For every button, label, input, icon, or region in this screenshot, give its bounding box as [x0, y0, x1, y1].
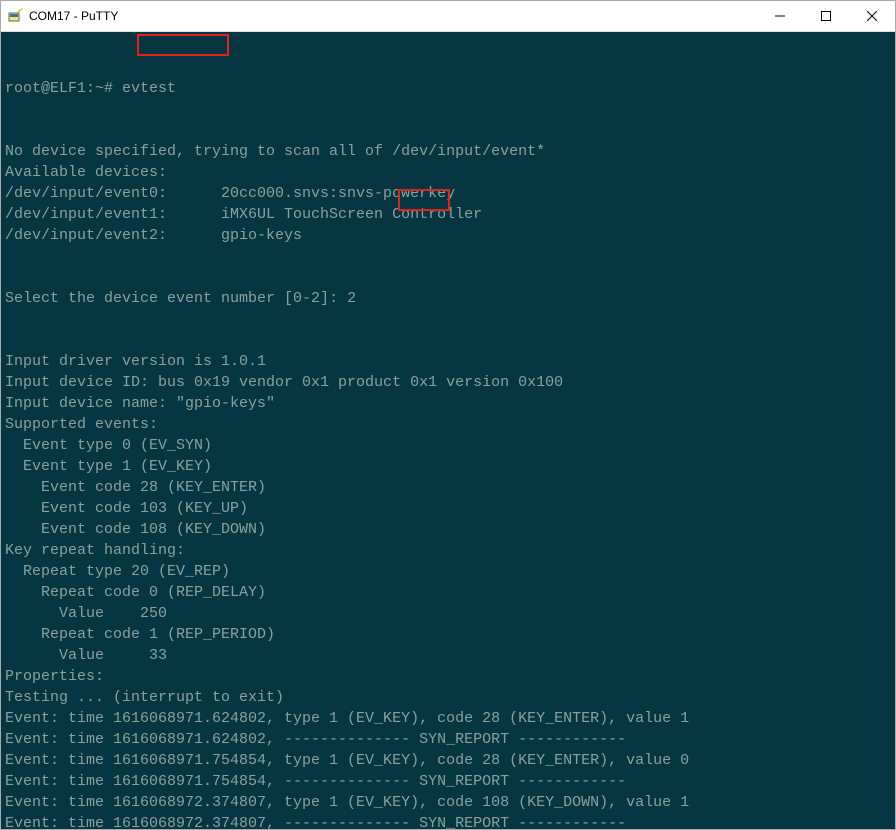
terminal-line: Supported events:: [5, 414, 891, 435]
terminal-line: /dev/input/event2: gpio-keys: [5, 225, 891, 246]
prompt-line: root@ELF1:~# evtest: [5, 78, 891, 99]
select-line: Select the device event number [0-2]: 2: [5, 288, 891, 309]
terminal-line: Event: time 1616068971.624802, ---------…: [5, 729, 891, 750]
terminal-line: Event code 108 (KEY_DOWN): [5, 519, 891, 540]
prompt: root@ELF1:~#: [5, 80, 122, 97]
terminal-line: Event: time 1616068972.374807, ---------…: [5, 813, 891, 829]
select-value: : 2: [329, 290, 356, 307]
terminal-line: Event: time 1616068971.754854, ---------…: [5, 771, 891, 792]
terminal-line: Available devices:: [5, 162, 891, 183]
terminal-line: No device specified, trying to scan all …: [5, 141, 891, 162]
output-block-1: No device specified, trying to scan all …: [5, 141, 891, 246]
putty-icon: [7, 8, 23, 24]
terminal-line: Event: time 1616068972.374807, type 1 (E…: [5, 792, 891, 813]
terminal-line: Input driver version is 1.0.1: [5, 351, 891, 372]
minimize-button[interactable]: [757, 1, 803, 31]
select-prompt: Select the device event number [0-2]: [5, 290, 329, 307]
window-title: COM17 - PuTTY: [29, 9, 118, 23]
terminal-line: Event type 1 (EV_KEY): [5, 456, 891, 477]
terminal-line: Event code 28 (KEY_ENTER): [5, 477, 891, 498]
terminal-line: Properties:: [5, 666, 891, 687]
terminal-line: Event: time 1616068971.754854, type 1 (E…: [5, 750, 891, 771]
terminal-line: Input device ID: bus 0x19 vendor 0x1 pro…: [5, 372, 891, 393]
command-text: evtest: [122, 80, 176, 97]
terminal[interactable]: root@ELF1:~# evtest No device specified,…: [1, 32, 895, 829]
putty-window: COM17 - PuTTY root@ELF1:~# evtest No dev…: [0, 0, 896, 830]
maximize-button[interactable]: [803, 1, 849, 31]
highlight-command: [137, 34, 229, 56]
terminal-line: Key repeat handling:: [5, 540, 891, 561]
terminal-line: Repeat type 20 (EV_REP): [5, 561, 891, 582]
terminal-line: Event: time 1616068971.624802, type 1 (E…: [5, 708, 891, 729]
output-block-2: Input driver version is 1.0.1Input devic…: [5, 351, 891, 829]
terminal-line: Value 250: [5, 603, 891, 624]
terminal-line: /dev/input/event1: iMX6UL TouchScreen Co…: [5, 204, 891, 225]
terminal-line: Testing ... (interrupt to exit): [5, 687, 891, 708]
terminal-line: Value 33: [5, 645, 891, 666]
terminal-line: Event type 0 (EV_SYN): [5, 435, 891, 456]
terminal-line: Repeat code 1 (REP_PERIOD): [5, 624, 891, 645]
terminal-line: Repeat code 0 (REP_DELAY): [5, 582, 891, 603]
terminal-line: Event code 103 (KEY_UP): [5, 498, 891, 519]
close-button[interactable]: [849, 1, 895, 31]
terminal-line: Input device name: "gpio-keys": [5, 393, 891, 414]
terminal-line: /dev/input/event0: 20cc000.snvs:snvs-pow…: [5, 183, 891, 204]
titlebar[interactable]: COM17 - PuTTY: [1, 1, 895, 32]
